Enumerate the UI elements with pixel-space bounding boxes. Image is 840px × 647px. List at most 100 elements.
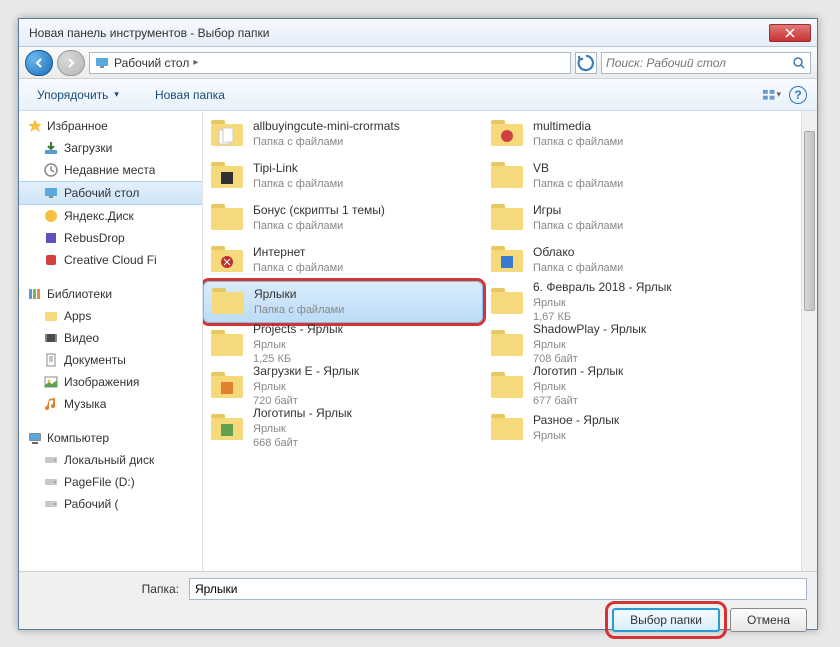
folder-icon xyxy=(489,202,525,234)
file-name: Игры xyxy=(533,203,623,219)
file-type: Папка с файлами xyxy=(253,177,343,191)
file-name: ShadowPlay - Ярлык xyxy=(533,322,646,338)
file-item[interactable]: Логотип - ЯрлыкЯрлык677 байт xyxy=(483,365,763,407)
file-icon xyxy=(489,412,525,444)
cancel-button[interactable]: Отмена xyxy=(730,608,807,632)
sidebar-item[interactable]: Загрузки xyxy=(19,137,202,159)
file-name: allbuyingcute-mini-crormats xyxy=(253,119,400,135)
sidebar-favorites-group: Избранное Загрузки Недавние местаРабочий … xyxy=(19,115,202,271)
sidebar-item-icon xyxy=(43,474,59,490)
sidebar-libraries-header[interactable]: Библиотеки xyxy=(19,283,202,305)
help-button[interactable]: ? xyxy=(789,86,807,104)
file-type: Папка с файлами xyxy=(533,261,623,275)
sidebar-item[interactable]: Видео xyxy=(19,327,202,349)
search-icon xyxy=(792,56,806,70)
nav-back-button[interactable] xyxy=(25,50,53,76)
file-name: Логотип - Ярлык xyxy=(533,364,623,380)
sidebar-item-label: Загрузки xyxy=(64,141,112,155)
sidebar-item[interactable]: Документы xyxy=(19,349,202,371)
file-item[interactable]: multimediaПапка с файлами xyxy=(483,113,763,155)
nav-forward-button[interactable] xyxy=(57,50,85,76)
sidebar-libraries-group: Библиотеки AppsВидеоДокументы Изображения… xyxy=(19,283,202,415)
sidebar-item-label: PageFile (D:) xyxy=(64,475,135,489)
file-name: Интернет xyxy=(253,245,343,261)
sidebar-item[interactable]: Creative Cloud Fi xyxy=(19,249,202,271)
file-item[interactable]: Projects - ЯрлыкЯрлык1,25 КБ xyxy=(203,323,483,365)
breadcrumb[interactable]: Рабочий стол ▸ xyxy=(89,52,571,74)
sidebar-item-label: Яндекс.Диск xyxy=(64,209,134,223)
file-type: Ярлык xyxy=(253,380,359,394)
new-folder-button[interactable]: Новая папка xyxy=(147,84,233,106)
sidebar-item[interactable]: Рабочий стол xyxy=(19,181,202,205)
titlebar: Новая панель инструментов - Выбор папки xyxy=(19,19,817,47)
file-item[interactable]: Логотипы - ЯрлыкЯрлык668 байт xyxy=(203,407,483,449)
breadcrumb-text: Рабочий стол xyxy=(114,56,189,70)
folder-icon xyxy=(209,160,245,192)
sidebar-item[interactable]: Яндекс.Диск xyxy=(19,205,202,227)
sidebar-item[interactable]: PageFile (D:) xyxy=(19,471,202,493)
sidebar-item[interactable]: RebusDrop xyxy=(19,227,202,249)
file-type: Ярлык xyxy=(533,338,646,352)
scrollbar[interactable] xyxy=(801,111,817,571)
file-icon xyxy=(489,202,525,234)
close-icon xyxy=(785,28,795,38)
file-item[interactable]: 6. Февраль 2018 - ЯрлыкЯрлык1,67 КБ xyxy=(483,281,763,323)
search-input[interactable] xyxy=(606,56,792,70)
sidebar-item[interactable]: Рабочий ( xyxy=(19,493,202,515)
sidebar-item-icon xyxy=(43,352,59,368)
sidebar-item-icon xyxy=(43,140,59,156)
sidebar-favorites-header[interactable]: Избранное xyxy=(19,115,202,137)
close-button[interactable] xyxy=(769,24,811,42)
sidebar-item-icon xyxy=(43,252,59,268)
file-item[interactable]: ShadowPlay - ЯрлыкЯрлык708 байт xyxy=(483,323,763,365)
file-name: Tipi-Link xyxy=(253,161,343,177)
sidebar-item[interactable]: Локальный диск xyxy=(19,449,202,471)
file-item[interactable]: Бонус (скрипты 1 темы)Папка с файлами xyxy=(203,197,483,239)
organize-button[interactable]: Упорядочить xyxy=(29,84,127,106)
arrow-left-icon xyxy=(33,57,45,69)
file-type: Ярлык xyxy=(253,338,343,352)
select-folder-button[interactable]: Выбор папки xyxy=(612,608,720,632)
file-name: 6. Февраль 2018 - Ярлык xyxy=(533,280,672,296)
file-icon xyxy=(489,286,525,318)
file-item[interactable]: allbuyingcute-mini-crormatsПапка с файла… xyxy=(203,113,483,155)
scroll-thumb[interactable] xyxy=(804,131,815,311)
folder-icon xyxy=(209,412,245,444)
file-icon xyxy=(209,370,245,402)
file-item[interactable]: ИнтернетПапка с файлами xyxy=(203,239,483,281)
file-item[interactable]: Разное - ЯрлыкЯрлык xyxy=(483,407,763,449)
file-icon xyxy=(209,244,245,276)
desktop-icon xyxy=(94,55,110,71)
sidebar-item-label: Музыка xyxy=(64,397,106,411)
sidebar-item[interactable]: Музыка xyxy=(19,393,202,415)
file-type: Папка с файлами xyxy=(253,219,385,233)
searchbox[interactable] xyxy=(601,52,811,74)
folder-icon xyxy=(489,286,525,318)
sidebar-item[interactable]: Изображения xyxy=(19,371,202,393)
file-icon xyxy=(489,244,525,276)
file-item[interactable]: Tipi-LinkПапка с файлами xyxy=(203,155,483,197)
folder-icon xyxy=(489,370,525,402)
refresh-button[interactable] xyxy=(575,52,597,74)
sidebar-item-icon xyxy=(43,208,59,224)
file-item[interactable]: Загрузки Е - ЯрлыкЯрлык720 байт xyxy=(203,365,483,407)
folder-name-input[interactable] xyxy=(189,578,807,600)
file-item[interactable]: ОблакоПапка с файлами xyxy=(483,239,763,281)
view-options-button[interactable]: ▾ xyxy=(761,85,781,105)
file-type: Ярлык xyxy=(253,422,352,436)
sidebar-item-label: Изображения xyxy=(64,375,139,389)
file-item[interactable]: ИгрыПапка с файлами xyxy=(483,197,763,239)
sidebar-item[interactable]: Недавние места xyxy=(19,159,202,181)
toolbar: Упорядочить Новая папка ▾ ? xyxy=(19,79,817,111)
folder-icon xyxy=(489,160,525,192)
file-icon xyxy=(209,160,245,192)
file-item[interactable]: VBПапка с файлами xyxy=(483,155,763,197)
bottom-panel: Папка: Выбор папки Отмена xyxy=(19,571,817,629)
sidebar-computer-header[interactable]: Компьютер xyxy=(19,427,202,449)
sidebar-item-label: Рабочий ( xyxy=(64,497,119,511)
file-icon xyxy=(489,370,525,402)
file-type: Ярлык xyxy=(533,429,619,443)
file-item[interactable]: ЯрлыкиПапка с файлами xyxy=(203,281,483,323)
sidebar-item[interactable]: Apps xyxy=(19,305,202,327)
file-type: Папка с файлами xyxy=(533,219,623,233)
